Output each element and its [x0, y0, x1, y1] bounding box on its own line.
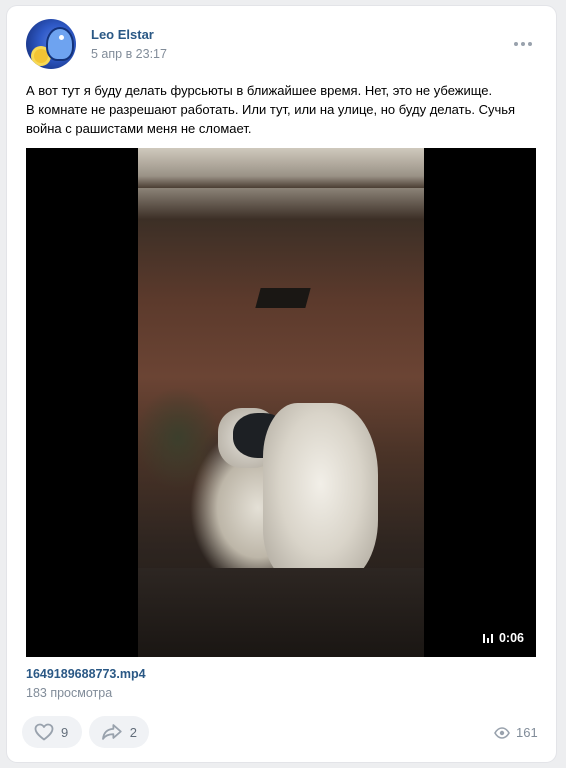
more-options-icon[interactable] — [512, 36, 534, 52]
post-text-line: война с рашистами меня не сломает. — [26, 121, 252, 136]
eye-icon — [494, 726, 510, 739]
video-thumbnail — [138, 148, 424, 657]
share-button[interactable]: 2 — [89, 716, 149, 748]
video-views-count: 183 просмотра — [26, 686, 113, 700]
video-duration: 0:06 — [482, 631, 524, 645]
post-views-count: 161 — [516, 725, 538, 740]
dragon-avatar-image — [46, 27, 74, 61]
share-arrow-icon — [102, 724, 122, 740]
audio-bars-icon — [482, 633, 493, 643]
post-text-line: А вот тут я буду делать фурсьюты в ближа… — [26, 83, 493, 98]
post-card: Leo Elstar 5 апр в 23:17 А вот тут я буд… — [7, 6, 556, 762]
heart-icon — [34, 723, 54, 741]
post-text-line: В комнате не разрешают работать. Или тут… — [26, 102, 516, 117]
video-player[interactable]: 0:06 — [26, 148, 536, 657]
avatar[interactable] — [26, 19, 76, 69]
share-count: 2 — [129, 724, 137, 740]
avatar-eye — [59, 35, 64, 40]
video-filename-link[interactable]: 1649189688773.mp4 — [26, 667, 146, 681]
like-count: 9 — [61, 724, 69, 740]
post-date[interactable]: 5 апр в 23:17 — [91, 47, 167, 61]
duration-label: 0:06 — [498, 631, 524, 645]
post-views: 161 — [494, 725, 538, 740]
author-name[interactable]: Leo Elstar — [91, 27, 154, 42]
post-text: А вот тут я буду делать фурсьюты в ближа… — [26, 81, 541, 138]
like-button[interactable]: 9 — [22, 716, 82, 748]
